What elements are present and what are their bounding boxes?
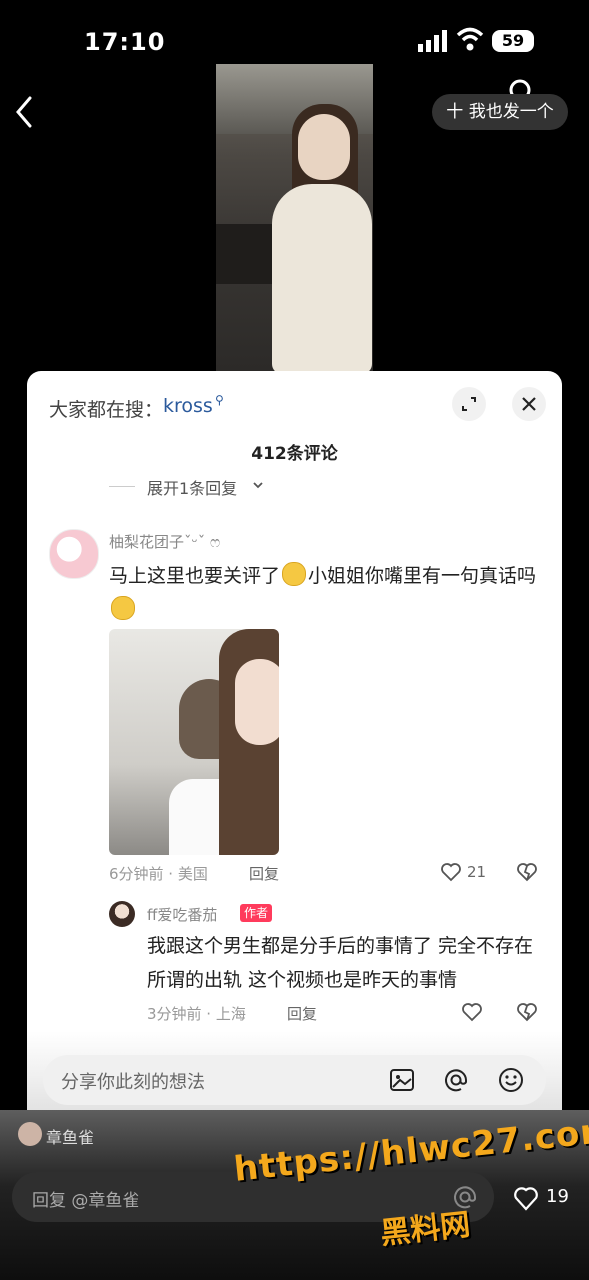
comment-panel: 大家都在搜： kross ⚲ 412条评论 展开1条回复 柚梨花团子ˇᵕˇ ෆ … bbox=[27, 371, 562, 1161]
avatar[interactable] bbox=[18, 1122, 42, 1146]
comment-input-placeholder: 分享你此刻的想法 bbox=[61, 1072, 205, 1093]
at-mention-icon[interactable] bbox=[443, 1067, 469, 1093]
dizzy-face-emoji-icon bbox=[111, 596, 135, 620]
heart-icon[interactable] bbox=[512, 1184, 540, 1212]
video-like-count: 19 bbox=[546, 1186, 569, 1207]
comment-meta: 3分钟前 · 上海 bbox=[147, 1005, 246, 1023]
expand-panel-button[interactable] bbox=[452, 387, 486, 421]
close-icon bbox=[522, 397, 536, 411]
comment-text: 我跟这个男生都是分手后的事情了 完全不存在所谓的出轨 这个视频也是昨天的事情 bbox=[147, 935, 534, 991]
post-too-button[interactable]: 十 我也发一个 bbox=[432, 94, 568, 130]
comment-image[interactable] bbox=[109, 629, 279, 855]
comment-username[interactable]: 柚梨花团子ˇᵕˇ ෆ bbox=[109, 531, 220, 552]
comment-meta: 6分钟前 · 美国 bbox=[109, 865, 208, 883]
comment-count: 412条评论 bbox=[251, 444, 338, 464]
trending-search-term[interactable]: kross bbox=[163, 395, 213, 417]
trending-search-icon: ⚲ bbox=[215, 393, 224, 407]
comment-input[interactable]: 分享你此刻的想法 bbox=[43, 1055, 546, 1105]
video-preview[interactable] bbox=[216, 64, 373, 372]
reply-input-placeholder: 回复 @章鱼雀 bbox=[32, 1191, 140, 1211]
dizzy-face-emoji-icon bbox=[282, 562, 307, 586]
status-time: 17:10 bbox=[84, 28, 166, 56]
chevron-down-icon bbox=[253, 482, 263, 489]
reply-button[interactable]: 回复 bbox=[287, 1003, 317, 1024]
comment-text-part: 马上这里也要关评了 bbox=[109, 565, 281, 587]
comment-text: 马上这里也要关评了 小姐姐你嘴里有一句真话吗 bbox=[109, 559, 539, 627]
video-table bbox=[216, 224, 276, 284]
video-person-dress bbox=[272, 184, 372, 372]
avatar[interactable] bbox=[49, 529, 99, 579]
heart-icon[interactable] bbox=[461, 1001, 483, 1023]
back-icon[interactable] bbox=[12, 94, 36, 130]
battery-indicator: 59 bbox=[492, 30, 534, 52]
heart-icon[interactable] bbox=[440, 861, 462, 883]
broken-heart-icon[interactable] bbox=[516, 1001, 538, 1023]
avatar[interactable] bbox=[109, 901, 135, 927]
emoji-icon[interactable] bbox=[498, 1067, 524, 1093]
watermark-name: 黑料网 bbox=[378, 1207, 472, 1252]
broken-heart-icon[interactable] bbox=[516, 861, 538, 883]
image-icon[interactable] bbox=[389, 1067, 415, 1093]
author-badge: 作者 bbox=[240, 904, 273, 922]
trending-label: 大家都在搜： bbox=[49, 399, 164, 421]
photo-person-face bbox=[235, 659, 279, 745]
divider-line bbox=[109, 486, 135, 487]
like-count: 21 bbox=[467, 863, 487, 881]
reply-button[interactable]: 回复 bbox=[249, 863, 279, 884]
comment-text-part: 小姐姐你嘴里有一句真话吗 bbox=[308, 565, 537, 587]
video-author-name[interactable]: 章鱼雀 bbox=[46, 1124, 94, 1148]
close-panel-button[interactable] bbox=[512, 387, 546, 421]
wifi-icon bbox=[456, 27, 484, 51]
expand-replies-link[interactable]: 展开1条回复 bbox=[147, 475, 237, 499]
signal-icon bbox=[418, 30, 447, 52]
video-person-face bbox=[298, 114, 350, 180]
comment-username[interactable]: ff爱吃番茄 bbox=[147, 904, 217, 925]
expand-icon bbox=[462, 397, 476, 411]
